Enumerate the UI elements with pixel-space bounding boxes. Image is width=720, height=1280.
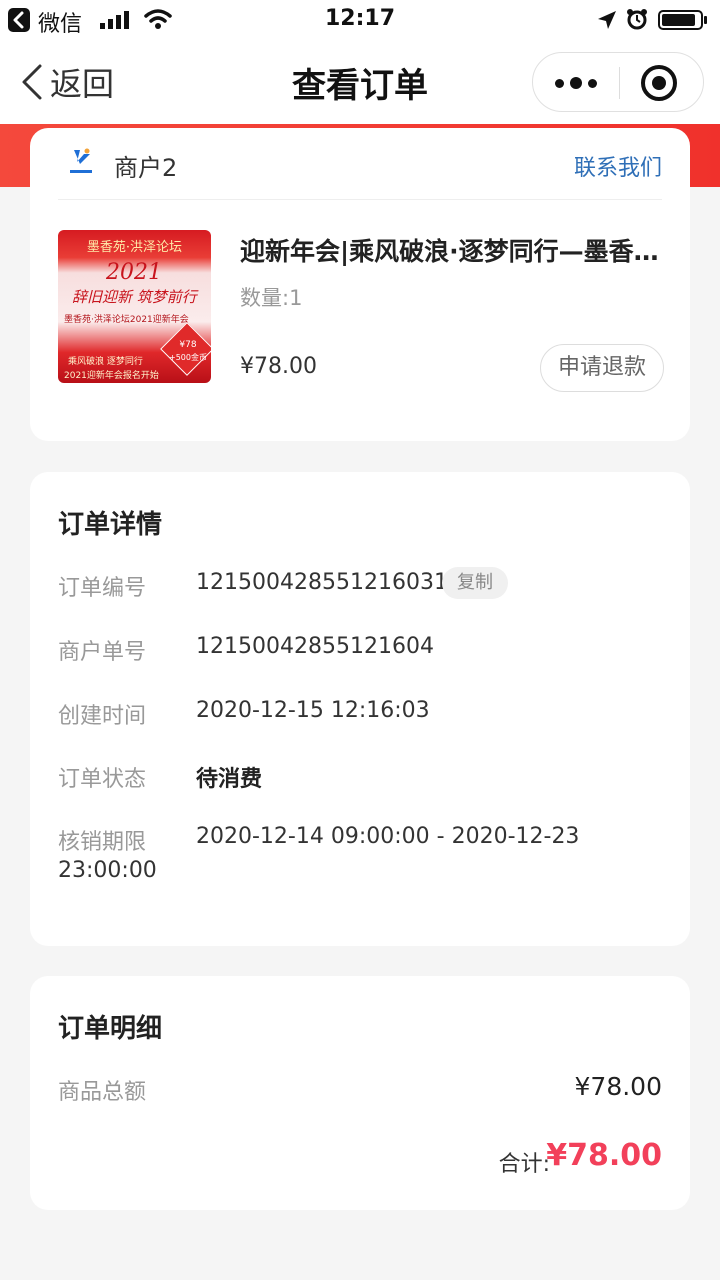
order-detail-card: 订单详情 订单编号 121500428551216031 复制 商户单号 121… [30, 472, 690, 946]
section-title: 订单明细 [58, 1014, 163, 1044]
dot-icon [555, 78, 564, 88]
product-image-footer: 2021迎新年会报名开始 [64, 371, 159, 381]
product-image-subtitle: 墨香苑·洪泽论坛2021迎新年会 [64, 315, 189, 325]
goods-total-value: ¥78.00 [574, 1072, 662, 1101]
close-miniprogram-button[interactable] [641, 65, 677, 101]
order-summary-card: 订单明细 商品总额 ¥78.00 合计: ¥78.00 [30, 976, 690, 1210]
redeem-period-value-continued: 23:00:00 [58, 858, 157, 883]
dot-icon [588, 78, 597, 88]
price-badge-value: ¥78 [179, 340, 197, 350]
redeem-period-value: 2020-12-14 09:00:00 - 2020-12-23 [196, 824, 580, 849]
product-image[interactable]: 墨香苑·洪泽论坛 2021 辞旧迎新 筑梦前行 墨香苑·洪泽论坛2021迎新年会… [58, 230, 211, 383]
product-image-year: 2021 [106, 260, 162, 285]
status-bar: 微信 12:17 [0, 0, 720, 40]
redeem-period-label: 核销期限 [58, 830, 147, 855]
merchant-order-value: 12150042855121604 [196, 634, 434, 659]
dot-icon [570, 77, 582, 89]
miniprogram-capsule [532, 52, 704, 112]
alarm-icon [627, 9, 647, 30]
location-icon [598, 11, 616, 29]
product-quantity: 数量:1 [240, 286, 303, 310]
navigation-bar: 返回 查看订单 [0, 40, 720, 124]
created-time-label: 创建时间 [58, 704, 147, 729]
grand-total-value: ¥78.00 [546, 1138, 662, 1173]
section-title: 订单详情 [58, 510, 163, 540]
capsule-divider [619, 67, 620, 99]
product-image-footer: 乘风破浪 逐梦同行 [68, 357, 143, 367]
order-number-label: 订单编号 [58, 576, 147, 601]
order-product-card: 商户2 联系我们 墨香苑·洪泽论坛 2021 辞旧迎新 筑梦前行 墨香苑·洪泽论… [30, 128, 690, 441]
contact-us-link[interactable]: 联系我们 [574, 150, 662, 182]
battery-icon [658, 10, 707, 30]
merchant-name: 商户2 [114, 154, 178, 182]
goods-total-label: 商品总额 [58, 1080, 147, 1105]
order-status-label: 订单状态 [58, 767, 147, 792]
merchant-order-label: 商户单号 [58, 640, 147, 665]
product-image-slogan: 辞旧迎新 筑梦前行 [72, 288, 197, 306]
more-options-button[interactable] [533, 53, 619, 113]
product-title[interactable]: 迎新年会|乘风破浪·逐梦同行—墨香苑·洪泽论坛2021迎新年会 [240, 232, 664, 268]
created-time-value: 2020-12-15 12:16:03 [196, 698, 430, 723]
product-image-caption: 墨香苑·洪泽论坛 [86, 240, 183, 255]
merchant-logo [70, 148, 92, 173]
product-price: ¥78.00 [240, 354, 317, 379]
refund-button[interactable]: 申请退款 [540, 344, 664, 392]
order-number-value: 121500428551216031 [196, 570, 448, 595]
order-status-value: 待消费 [196, 767, 263, 792]
merchant-row: 商户2 联系我们 [58, 128, 662, 200]
grand-total-label: 合计: [498, 1152, 550, 1177]
price-badge-coin: +500金币 [169, 353, 207, 362]
copy-button[interactable]: 复制 [442, 567, 508, 599]
